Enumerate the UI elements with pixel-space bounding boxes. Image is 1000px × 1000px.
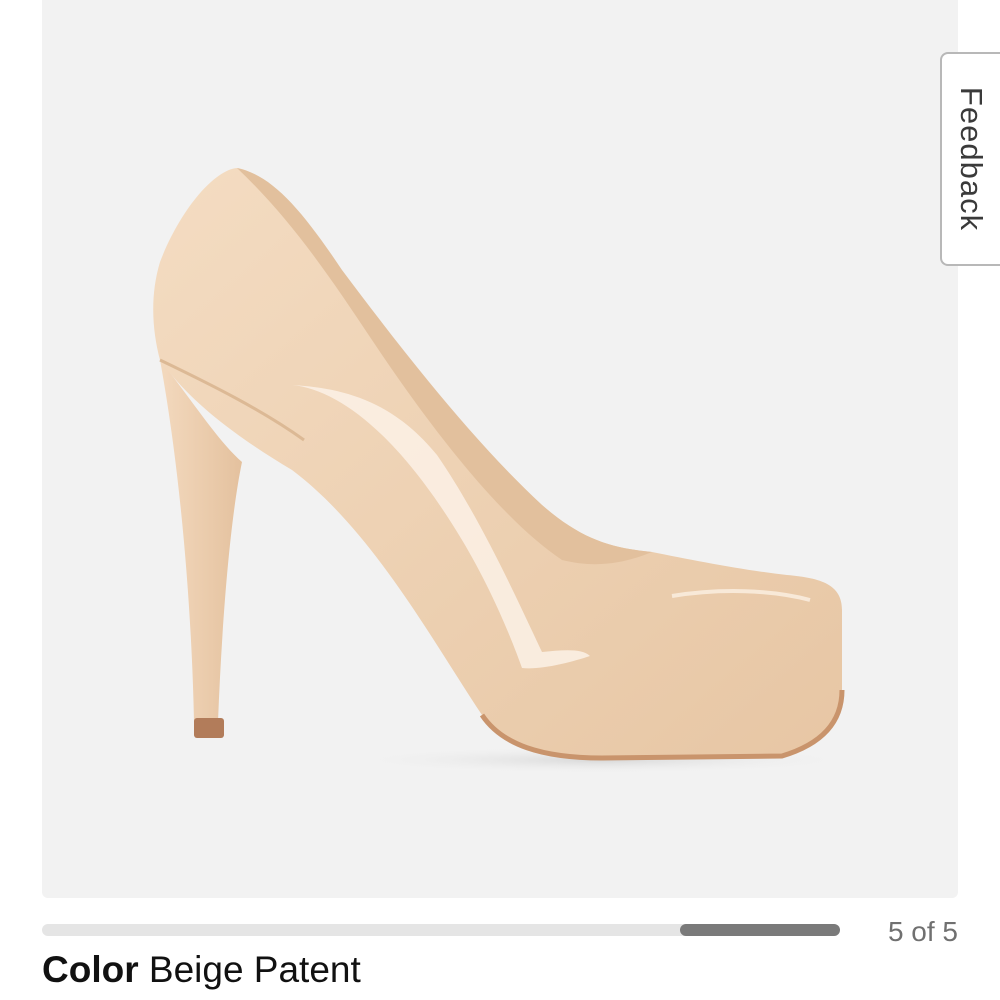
color-value: Beige Patent [148,949,361,990]
carousel-scroll-thumb[interactable] [680,924,840,936]
slide-counter: 5 of 5 [887,916,958,947]
color-label: Color [42,949,139,990]
heel-tip [194,718,224,738]
feedback-label: Feedback [954,86,990,232]
color-selection: Color Beige Patent [42,948,361,992]
carousel-scrollbar[interactable] [42,924,840,936]
product-image[interactable] [42,0,958,898]
product-gallery-page: Feedback 5 of 5 Color Beige Patent [0,0,1000,1000]
feedback-button[interactable]: Feedback [940,52,1000,266]
shoe-illustration [153,168,862,774]
